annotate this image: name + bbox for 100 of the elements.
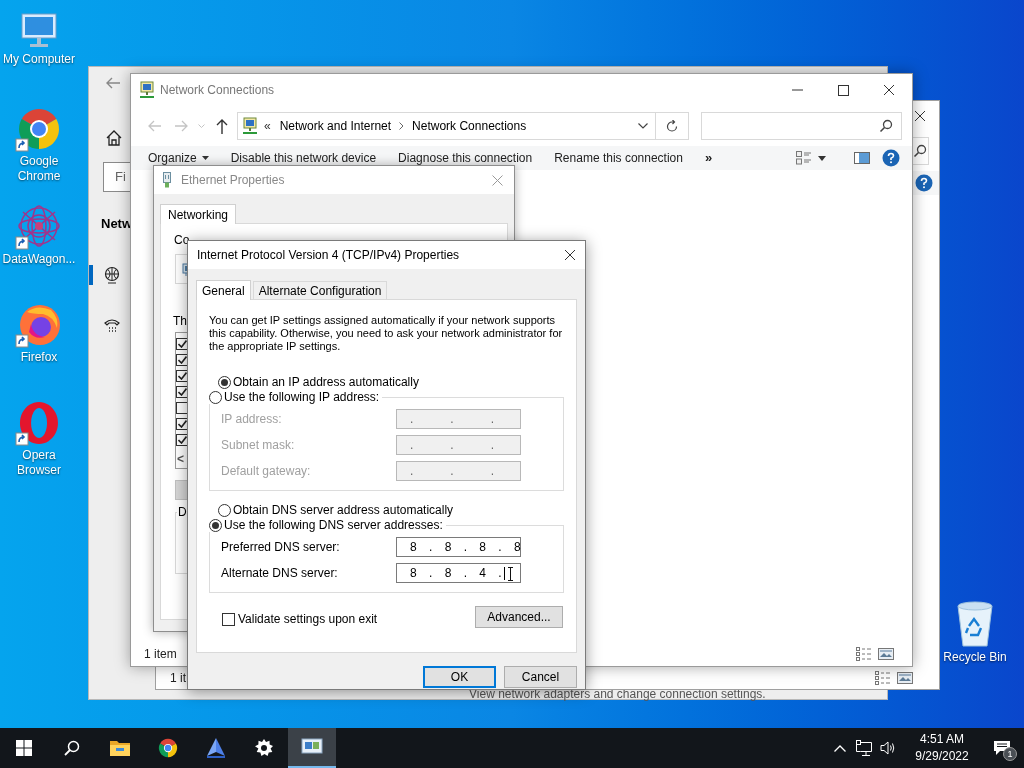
search-placeholder: Fi xyxy=(115,168,126,187)
checkbox[interactable] xyxy=(176,434,188,446)
help-icon[interactable] xyxy=(915,174,933,192)
windows-logo-icon xyxy=(16,740,32,756)
network-connections-icon xyxy=(241,117,259,135)
group-label: D xyxy=(177,505,188,519)
change-view-icon[interactable] xyxy=(796,151,812,165)
plug-icon xyxy=(162,172,172,188)
radio-label[interactable]: Obtain an IP address automatically xyxy=(233,375,419,389)
search-icon xyxy=(64,740,80,756)
tab[interactable]: General xyxy=(196,280,251,300)
folder-icon xyxy=(109,739,131,757)
breadcrumb-overflow[interactable]: « xyxy=(264,117,271,135)
speaker-icon[interactable] xyxy=(880,740,896,756)
dialog-button[interactable]: OK xyxy=(423,666,496,688)
taskbar-button[interactable] xyxy=(288,728,336,768)
checkbox[interactable] xyxy=(176,354,188,366)
radio-button[interactable] xyxy=(218,503,231,517)
checkbox-label[interactable]: Validate settings upon exit xyxy=(238,612,378,626)
checkbox[interactable] xyxy=(176,418,188,430)
network-connections-icon xyxy=(138,81,156,99)
window-title: Network Connections xyxy=(160,82,275,99)
chevron-right-icon xyxy=(399,122,405,130)
ip-address-field[interactable]: 8 . 8 . 4 . xyxy=(396,563,521,583)
field-label: IP address: xyxy=(221,411,283,428)
address-bar[interactable]: « Network and Internet Network Connections xyxy=(237,112,656,140)
status-text: 1 item xyxy=(144,646,177,663)
starburst-icon[interactable] xyxy=(15,204,63,252)
dialog-button[interactable]: Cancel xyxy=(504,666,577,688)
intro-text: You can get IP settings assigned automatically if your network supports this capability. Otherwise, you need to ask your network administrator for the appropriate IP settings. xyxy=(209,314,564,353)
chevron-down-icon xyxy=(197,124,205,128)
details-view-icon[interactable] xyxy=(875,671,891,685)
scroll-arrow[interactable]: < xyxy=(177,450,184,468)
globe-icon[interactable] xyxy=(103,265,121,284)
chrome-icon xyxy=(157,737,179,759)
up-arrow-icon xyxy=(216,118,228,134)
radio-button[interactable] xyxy=(209,518,222,532)
more-button[interactable]: » xyxy=(704,148,713,168)
firefox-icon[interactable] xyxy=(15,302,63,350)
toolbar-button[interactable]: Diagnose this connection xyxy=(398,149,533,167)
radio-button[interactable] xyxy=(209,390,222,404)
checkbox[interactable] xyxy=(176,402,188,414)
large-icons-view-icon[interactable] xyxy=(897,672,913,684)
checkbox[interactable] xyxy=(176,370,188,382)
chevron-up-icon[interactable] xyxy=(834,744,846,752)
breadcrumb-item[interactable]: Network Connections xyxy=(412,117,527,135)
back-arrow-icon xyxy=(148,120,162,132)
chevron-down-icon xyxy=(638,123,648,129)
caret-icon[interactable] xyxy=(818,155,826,161)
tab[interactable]: Alternate Configuration xyxy=(252,281,388,299)
search-icon xyxy=(879,119,893,133)
clock-date: 9/29/2022 xyxy=(915,748,969,765)
advanced-button[interactable]: Advanced... xyxy=(475,606,563,628)
icon-label: Firefox xyxy=(19,350,59,365)
tab[interactable]: Networking xyxy=(160,204,237,224)
search-icon xyxy=(913,144,927,158)
field-value: 8 . 8 . 4 . xyxy=(410,565,502,582)
large-icons-view-icon[interactable] xyxy=(878,648,894,660)
toolbar-button[interactable]: Rename this connection xyxy=(554,149,683,167)
footer-text: View network adapters and change connection settings. xyxy=(469,688,766,700)
toolbar-button[interactable]: Disable this network device xyxy=(230,149,377,167)
clock[interactable]: 4:51 AM 9/29/2022 xyxy=(904,728,980,768)
network-icon[interactable] xyxy=(856,740,872,756)
refresh-icon xyxy=(666,119,678,133)
notification-badge: 1 xyxy=(1003,747,1017,761)
close-icon xyxy=(883,84,895,96)
gear-icon xyxy=(254,738,274,758)
notifications-button[interactable]: 1 xyxy=(980,728,1024,768)
ip-address-field[interactable]: 8 . 8 . 8 . 8 xyxy=(396,537,521,557)
field-value: . . . xyxy=(410,463,494,480)
icon-label: My Computer xyxy=(2,52,76,67)
search-field[interactable] xyxy=(701,112,902,140)
home-icon[interactable] xyxy=(105,129,123,147)
icon-label: Google Chrome xyxy=(16,154,62,184)
recycle-bin-icon[interactable] xyxy=(954,600,996,648)
toolbar-button[interactable]: Organize xyxy=(148,149,209,167)
icon-label: Opera Browser xyxy=(16,448,62,478)
sail-icon xyxy=(205,737,227,759)
checkbox[interactable] xyxy=(176,386,188,398)
maximize-icon xyxy=(837,84,849,96)
clock-time: 4:51 AM xyxy=(920,731,964,748)
window-title: Ethernet Properties xyxy=(181,172,285,189)
field-label: Preferred DNS server: xyxy=(221,539,341,556)
text-cursor-icon xyxy=(507,567,514,581)
field-value: 8 . 8 . 8 . 8 xyxy=(410,539,521,556)
close-icon xyxy=(914,110,926,122)
checkbox[interactable] xyxy=(222,612,235,626)
preview-pane-icon[interactable] xyxy=(854,152,870,164)
minimize-icon xyxy=(791,89,803,91)
close-icon xyxy=(491,174,503,186)
checkbox[interactable] xyxy=(176,338,188,350)
refresh-button[interactable] xyxy=(656,112,689,140)
help-icon[interactable] xyxy=(882,149,900,167)
icon-label: Recycle Bin xyxy=(943,650,1007,665)
breadcrumb-item[interactable]: Network and Internet xyxy=(279,117,392,135)
details-view-icon[interactable] xyxy=(856,647,872,661)
window-title: Internet Protocol Version 4 (TCP/IPv4) Properties xyxy=(197,247,460,264)
radio-button[interactable] xyxy=(218,375,231,389)
radio-label[interactable]: Obtain DNS server address automatically xyxy=(233,503,454,517)
field-value: . . . xyxy=(410,411,494,428)
